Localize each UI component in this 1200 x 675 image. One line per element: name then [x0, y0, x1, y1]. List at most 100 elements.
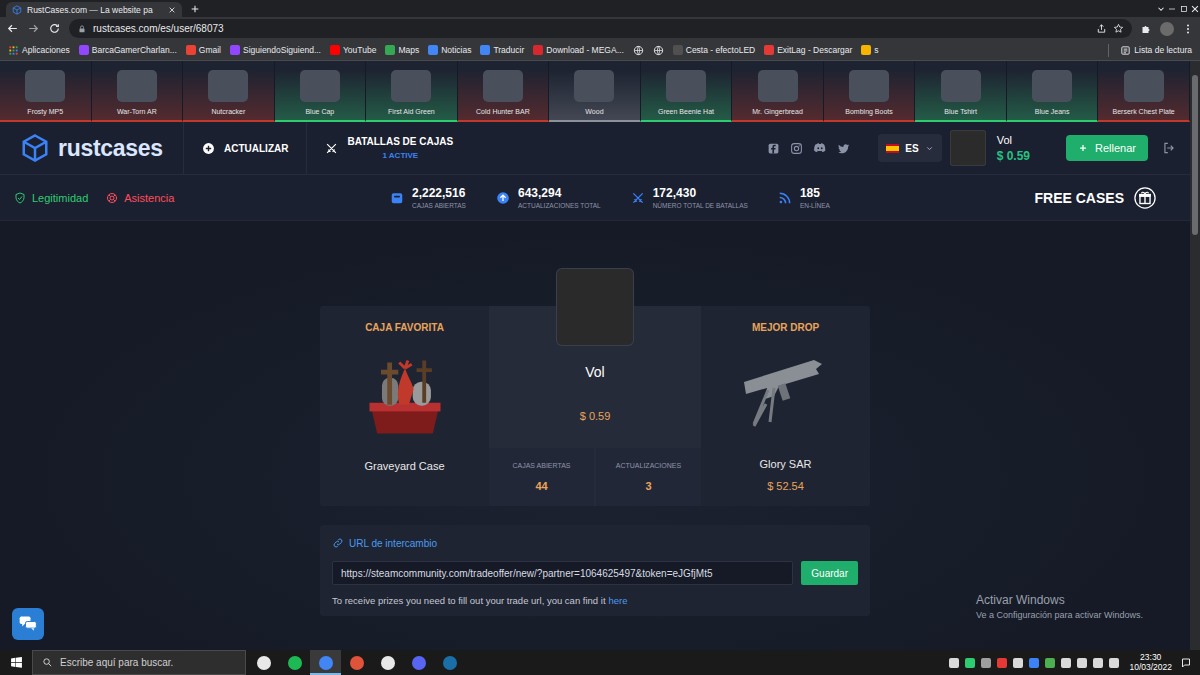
instagram-icon[interactable] — [790, 142, 803, 155]
refill-button[interactable]: Rellenar — [1066, 135, 1148, 161]
bookmark[interactable]: Cesta - efectoLED — [669, 41, 759, 59]
reload-icon[interactable] — [48, 22, 61, 35]
drop-name[interactable]: Glory SAR — [760, 458, 812, 470]
discord-icon[interactable] — [813, 141, 827, 155]
drop-item[interactable]: Green Beenie Hat — [641, 61, 733, 122]
logo[interactable]: rustcases — [0, 122, 183, 174]
omnibox[interactable]: rustcases.com/es/user/68073 — [69, 19, 1132, 38]
bookmark-label[interactable]: YouTube — [343, 45, 376, 55]
nav-link[interactable]: ACTUALIZAR — [183, 122, 306, 174]
taskbar-app[interactable] — [403, 650, 434, 675]
bookmark[interactable]: Aplicaciones — [4, 41, 74, 59]
drop-item[interactable]: Bombing Boots — [824, 61, 916, 122]
search-input[interactable] — [60, 657, 236, 668]
tab-title[interactable]: RustCases.com — La website pa — [27, 5, 163, 15]
tray-icon[interactable] — [1045, 658, 1055, 668]
close-tab-icon[interactable] — [168, 6, 176, 14]
bookmark-label[interactable]: Traducir — [493, 45, 524, 55]
share-icon[interactable] — [1096, 23, 1107, 34]
drop-item[interactable]: Mr. Gingerbread — [732, 61, 824, 122]
browser-tab[interactable]: RustCases.com — La website pa — [6, 2, 182, 17]
facebook-icon[interactable] — [767, 142, 780, 155]
here-link[interactable]: here — [609, 595, 628, 606]
nav-link-label[interactable]: BATALLAS DE CAJAS — [347, 136, 453, 147]
logo-text[interactable]: rustcases — [58, 135, 163, 162]
support-link[interactable]: Asistencia — [106, 192, 174, 204]
drop-item[interactable]: First Aid Green — [366, 61, 458, 122]
bookmark[interactable]: BarcaGamerCharlan... — [75, 41, 181, 59]
reading-list-label[interactable]: Lista de lectura — [1134, 45, 1192, 55]
scrollbar-thumb[interactable] — [1192, 75, 1198, 235]
bookmark-label[interactable]: Aplicaciones — [22, 45, 70, 55]
drop-item[interactable]: Nutcracker — [183, 61, 275, 122]
taskbar-app[interactable] — [248, 650, 279, 675]
menu-icon[interactable] — [1182, 23, 1194, 35]
bookmark[interactable]: Noticias — [424, 41, 475, 59]
scrollbar[interactable] — [1190, 61, 1200, 650]
tray-icon[interactable] — [1093, 658, 1103, 668]
tray-icon[interactable] — [997, 658, 1007, 668]
tray-icon[interactable] — [981, 658, 991, 668]
support-label[interactable]: Asistencia — [124, 192, 174, 204]
bookmark-label[interactable]: Noticias — [441, 45, 471, 55]
bookmark[interactable]: Maps — [381, 41, 423, 59]
star-icon[interactable] — [1113, 23, 1124, 34]
language-code[interactable]: ES — [905, 143, 918, 154]
drop-item[interactable]: Blue Jeans — [1007, 61, 1099, 122]
tray-icon[interactable] — [1061, 658, 1071, 668]
bookmark[interactable] — [629, 41, 648, 59]
nav-link[interactable]: BATALLAS DE CAJAS1 ACTIVE — [306, 122, 471, 174]
favorite-case[interactable]: CAJA FAVORITAGraveyard Case — [320, 306, 489, 506]
drop-item[interactable]: War-Torn AR — [92, 61, 184, 122]
profile-avatar[interactable] — [1160, 22, 1174, 36]
tray-icon[interactable] — [965, 658, 975, 668]
bookmark[interactable]: SiguiendoSiguiend... — [226, 41, 325, 59]
drop-item[interactable]: Blue Cap — [275, 61, 367, 122]
notifications-icon[interactable] — [1180, 657, 1192, 669]
language-select[interactable]: ES — [878, 134, 941, 162]
best-drop[interactable]: MEJOR DROPGlory SAR$ 52.54 — [701, 306, 870, 506]
bookmark-label[interactable]: ExitLag - Descargar — [777, 45, 852, 55]
minimize-icon[interactable] — [1166, 3, 1178, 15]
legitimacy-link[interactable]: Legitimidad — [14, 192, 88, 204]
bookmark[interactable]: Gmail — [182, 41, 225, 59]
drop-item[interactable]: Berserk Chest Plate — [1098, 61, 1190, 122]
taskbar-app[interactable] — [279, 650, 310, 675]
bookmark-label[interactable]: Maps — [398, 45, 419, 55]
bookmark-label[interactable]: BarcaGamerCharlan... — [92, 45, 177, 55]
maximize-icon[interactable] — [1178, 3, 1190, 15]
tray-icon[interactable] — [1013, 658, 1023, 668]
taskbar-app[interactable] — [341, 650, 372, 675]
chat-button[interactable] — [12, 608, 44, 640]
bookmark[interactable]: Download - MEGA... — [529, 41, 627, 59]
twitter-icon[interactable] — [837, 142, 850, 155]
start-button[interactable] — [0, 650, 32, 675]
save-button[interactable]: Guardar — [801, 561, 858, 585]
legitimacy-label[interactable]: Legitimidad — [32, 192, 88, 204]
logout-icon[interactable] — [1162, 141, 1176, 155]
back-icon[interactable] — [6, 22, 19, 35]
bookmark-label[interactable]: Download - MEGA... — [546, 45, 623, 55]
user-name[interactable]: Vol — [997, 134, 1030, 146]
reading-list[interactable]: Lista de lectura — [1116, 41, 1196, 59]
taskbar-app[interactable] — [434, 650, 465, 675]
drop-item[interactable]: Blue Tshirt — [915, 61, 1007, 122]
refill-label[interactable]: Rellenar — [1095, 142, 1136, 154]
close-window-icon[interactable] — [1190, 4, 1200, 14]
bookmark-label[interactable]: SiguiendoSiguiend... — [243, 45, 321, 55]
lock-icon[interactable] — [77, 24, 87, 34]
extensions-icon[interactable] — [1140, 23, 1152, 35]
taskbar-app[interactable] — [372, 650, 403, 675]
taskbar-search[interactable] — [32, 650, 246, 675]
bookmark[interactable]: s — [857, 41, 882, 59]
trade-url-input[interactable] — [332, 561, 793, 585]
taskbar-app[interactable] — [310, 650, 341, 675]
tray-icon[interactable] — [1109, 658, 1119, 668]
user-avatar[interactable] — [950, 130, 986, 166]
bookmark-label[interactable]: s — [874, 45, 878, 55]
tray-icon[interactable] — [949, 658, 959, 668]
nav-link-label[interactable]: ACTUALIZAR — [224, 143, 288, 154]
bookmark[interactable]: Traducir — [476, 41, 528, 59]
tray-icon[interactable] — [1029, 658, 1039, 668]
bookmark[interactable]: ExitLag - Descargar — [760, 41, 856, 59]
